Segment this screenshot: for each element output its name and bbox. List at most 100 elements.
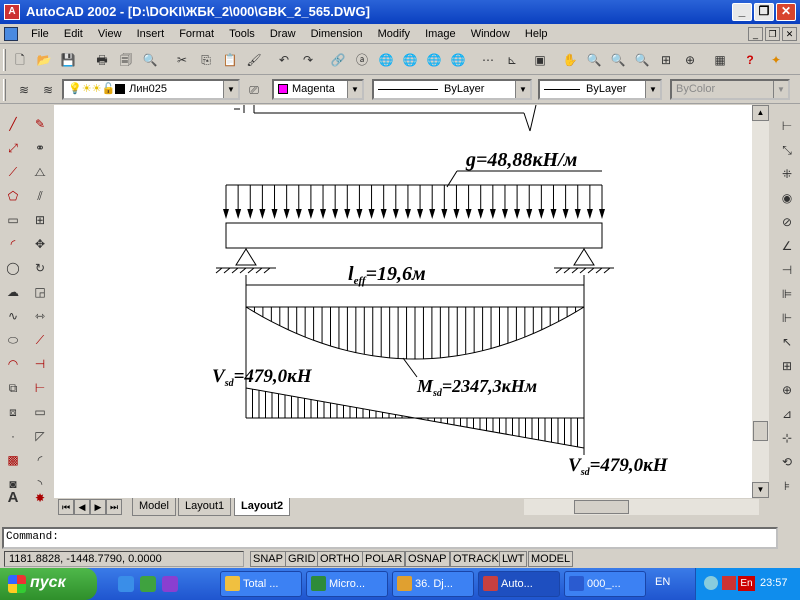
- ellipse-arc-icon[interactable]: ◠: [2, 353, 24, 375]
- drawing-area[interactable]: g=48,88кН/м leff=19,6м Msd=2347,3кНм Vsd…: [54, 105, 752, 498]
- lineweight-combo[interactable]: ByLayer ▼: [538, 79, 662, 100]
- previous-tab-icon[interactable]: ◀: [74, 499, 90, 515]
- ordinate-dimension-icon[interactable]: ⁜: [776, 163, 798, 185]
- diameter-dimension-icon[interactable]: ⊘: [776, 211, 798, 233]
- zoom-window-icon[interactable]: 🔍: [608, 50, 628, 70]
- dimension-text-edit-icon[interactable]: ⊹: [776, 427, 798, 449]
- hyperlink-icon[interactable]: 🔗: [328, 50, 348, 70]
- print-icon[interactable]: 🖶: [92, 50, 112, 70]
- dimension-update-icon[interactable]: ⟲: [776, 451, 798, 473]
- rotate-icon[interactable]: ↻: [29, 257, 51, 279]
- menu-format[interactable]: Format: [173, 24, 220, 44]
- ortho-toggle[interactable]: ORTHO: [317, 551, 363, 567]
- zoom-realtime-icon[interactable]: 🔍: [584, 50, 604, 70]
- layer-properties-icon[interactable]: ≋: [14, 80, 34, 100]
- offset-icon[interactable]: ⫽: [29, 185, 51, 207]
- polyline-icon[interactable]: ⟋: [2, 161, 24, 183]
- meet-now-icon[interactable]: 🌐: [424, 50, 444, 70]
- chevron-down-icon[interactable]: ▼: [347, 81, 362, 98]
- help-icon[interactable]: ?: [740, 50, 760, 70]
- match-properties-icon[interactable]: 🖌: [244, 50, 264, 70]
- revcloud-icon[interactable]: ☁: [2, 281, 24, 303]
- multiline-text-icon[interactable]: A: [2, 487, 24, 509]
- autocad-app-icon[interactable]: A: [4, 4, 20, 20]
- task-button[interactable]: Total ...: [220, 571, 302, 597]
- next-tab-icon[interactable]: ▶: [90, 499, 106, 515]
- insert-block-icon[interactable]: ⧉: [2, 377, 24, 399]
- menu-view[interactable]: View: [92, 24, 128, 44]
- coordinates-display[interactable]: 1181.8828, -1448.7790, 0.0000: [4, 551, 244, 567]
- document-icon[interactable]: [4, 27, 18, 41]
- menu-insert[interactable]: Insert: [131, 24, 171, 44]
- tab-layout1[interactable]: Layout1: [178, 498, 232, 516]
- extend-icon[interactable]: ⊢: [29, 377, 51, 399]
- copy-object-icon[interactable]: ⚭: [29, 137, 51, 159]
- tray-icon[interactable]: [722, 576, 736, 590]
- point-icon[interactable]: ·: [2, 425, 24, 447]
- tab-model[interactable]: Model: [132, 498, 176, 516]
- color-combo[interactable]: Magenta ▼: [272, 79, 364, 100]
- menu-window[interactable]: Window: [465, 24, 516, 44]
- angular-dimension-icon[interactable]: ∠: [776, 235, 798, 257]
- line-icon[interactable]: ╱: [2, 113, 24, 135]
- ucs-icon[interactable]: ⊾: [502, 50, 522, 70]
- linetype-combo[interactable]: ByLayer ▼: [372, 79, 532, 100]
- otrack-toggle[interactable]: OTRACK: [450, 551, 502, 567]
- last-tab-icon[interactable]: ⏭: [106, 499, 122, 515]
- publish-icon[interactable]: 🌐: [448, 50, 468, 70]
- make-object-layer-current-icon[interactable]: ≋: [38, 80, 58, 100]
- grid-toggle[interactable]: GRID: [285, 551, 319, 567]
- lengthen-icon[interactable]: ⟋: [29, 329, 51, 351]
- paste-icon[interactable]: 📋: [220, 50, 240, 70]
- lwt-toggle[interactable]: LWT: [499, 551, 528, 567]
- baseline-dimension-icon[interactable]: ⊫: [776, 283, 798, 305]
- menu-help[interactable]: Help: [519, 24, 554, 44]
- construction-line-icon[interactable]: ⤢: [2, 137, 24, 159]
- command-line[interactable]: Command:: [2, 527, 778, 549]
- doc-minimize-button[interactable]: _: [748, 27, 763, 41]
- tool-palette-icon[interactable]: ▦: [710, 50, 730, 70]
- first-tab-icon[interactable]: ⏮: [58, 499, 74, 515]
- task-button[interactable]: Micro...: [306, 571, 388, 597]
- scale-icon[interactable]: ◲: [29, 281, 51, 303]
- task-button-autocad[interactable]: Auto...: [478, 571, 560, 597]
- minimize-button[interactable]: _: [732, 3, 752, 21]
- find-icon[interactable]: 🔍: [140, 50, 160, 70]
- move-icon[interactable]: ✥: [29, 233, 51, 255]
- menu-draw[interactable]: Draw: [264, 24, 302, 44]
- model-toggle[interactable]: MODEL: [528, 551, 574, 567]
- task-button[interactable]: 000_...: [564, 571, 646, 597]
- menu-dimension[interactable]: Dimension: [305, 24, 369, 44]
- 3d-orbit-icon[interactable]: ⊕: [680, 50, 700, 70]
- vertical-scrollbar[interactable]: ▲ ▼: [752, 105, 769, 498]
- menu-modify[interactable]: Modify: [372, 24, 416, 44]
- today-icon[interactable]: 🌐: [400, 50, 420, 70]
- web-icon[interactable]: 🌐: [376, 50, 396, 70]
- pan-icon[interactable]: ✋: [560, 50, 580, 70]
- array-icon[interactable]: ⊞: [29, 209, 51, 231]
- new-icon[interactable]: 🗋: [10, 50, 30, 70]
- chevron-down-icon[interactable]: ▼: [515, 81, 530, 98]
- layer-previous-icon[interactable]: ⎚: [244, 80, 264, 100]
- quicklaunch-icon[interactable]: [140, 576, 156, 592]
- start-button[interactable]: пуск: [0, 568, 97, 600]
- ie-icon[interactable]: [118, 576, 134, 592]
- polygon-icon[interactable]: ⬠: [2, 185, 24, 207]
- stretch-icon[interactable]: ⇿: [29, 305, 51, 327]
- chevron-down-icon[interactable]: ▼: [223, 81, 238, 98]
- design-center-icon[interactable]: ⓐ: [352, 50, 372, 70]
- language-indicator[interactable]: EN: [655, 576, 670, 588]
- doc-restore-button[interactable]: ❐: [765, 27, 780, 41]
- fillet-icon[interactable]: ◜: [29, 449, 51, 471]
- save-icon[interactable]: 💾: [58, 50, 78, 70]
- scroll-down-icon[interactable]: ▼: [752, 482, 769, 498]
- spline-icon[interactable]: ∿: [2, 305, 24, 327]
- doc-close-button[interactable]: ✕: [782, 27, 797, 41]
- tray-language[interactable]: En: [738, 576, 755, 591]
- dimension-style-icon[interactable]: ⊧: [776, 475, 798, 497]
- object-snap-icon[interactable]: ⋯: [478, 50, 498, 70]
- menu-tools[interactable]: Tools: [223, 24, 261, 44]
- circle-icon[interactable]: ◯: [2, 257, 24, 279]
- open-icon[interactable]: 📂: [34, 50, 54, 70]
- quick-dimension-icon[interactable]: ⊣: [776, 259, 798, 281]
